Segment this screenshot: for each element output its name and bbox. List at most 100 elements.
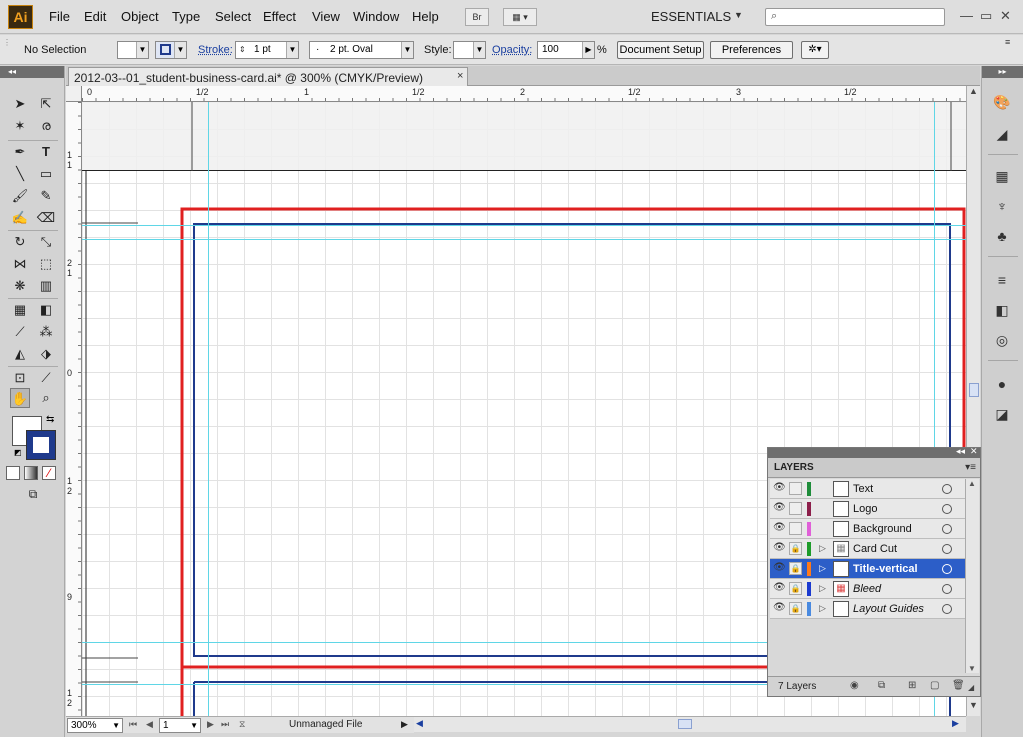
gradient-mode-icon[interactable] bbox=[24, 466, 38, 480]
stroke-panel-link[interactable]: Stroke: bbox=[198, 44, 233, 56]
select-similar-button[interactable]: ✲▾ bbox=[801, 41, 829, 59]
lock-icon[interactable]: 🔒 bbox=[789, 562, 802, 575]
first-artboard-icon[interactable]: ⏮ bbox=[129, 719, 137, 730]
scroll-down-icon[interactable]: ▼ bbox=[969, 700, 978, 710]
eyedropper-tool-icon[interactable]: ⟋ bbox=[10, 322, 30, 342]
target-circle-icon[interactable] bbox=[942, 504, 952, 514]
menu-effect[interactable]: Effect bbox=[263, 9, 296, 24]
minimize-icon[interactable]: — bbox=[960, 8, 973, 23]
stroke-weight-field[interactable]: ⇕ 1 pt ▼ bbox=[235, 41, 299, 59]
rotate-tool-icon[interactable]: ↻ bbox=[10, 232, 30, 252]
lock-icon[interactable]: 🔒 bbox=[789, 542, 802, 555]
document-tab[interactable]: 2012-03--01_student-business-card.ai* @ … bbox=[68, 67, 468, 86]
status-menu-icon[interactable]: ▶ bbox=[401, 719, 408, 730]
magic-wand-tool-icon[interactable]: ✶ bbox=[10, 116, 30, 136]
menu-type[interactable]: Type bbox=[172, 9, 200, 24]
style-dropdown[interactable]: ▼ bbox=[453, 41, 486, 59]
stroke-color-swatch[interactable] bbox=[26, 430, 56, 460]
layer-name[interactable]: Bleed bbox=[853, 583, 881, 595]
transparency-panel-icon[interactable]: ◎ bbox=[991, 330, 1013, 350]
close-icon[interactable]: × bbox=[457, 70, 463, 82]
tools-collapse-bar[interactable]: ◂◂ bbox=[0, 66, 64, 78]
make-clipping-mask-icon[interactable]: ⧉ bbox=[878, 680, 885, 691]
layers-scrollbar[interactable]: ▲ ▼ bbox=[965, 479, 979, 673]
direct-selection-tool-icon[interactable]: ⇱ bbox=[36, 94, 56, 114]
hand-tool-icon[interactable]: ✋ bbox=[10, 388, 30, 408]
color-mode-icon[interactable] bbox=[6, 466, 20, 480]
layer-row[interactable]: 👁 🔒 ▷ ▦ Card Cut bbox=[770, 539, 966, 559]
gradient-panel-icon[interactable]: ◧ bbox=[991, 300, 1013, 320]
target-circle-icon[interactable] bbox=[942, 484, 952, 494]
zoom-dropdown[interactable]: 300% ▼ bbox=[67, 718, 123, 733]
arrange-documents-button[interactable]: ▦ ▾ bbox=[503, 8, 537, 26]
layer-name[interactable]: Card Cut bbox=[853, 543, 897, 555]
target-circle-icon[interactable] bbox=[942, 524, 952, 534]
visibility-eye-icon[interactable]: 👁 bbox=[773, 522, 786, 533]
expand-triangle-icon[interactable]: ▷ bbox=[819, 543, 826, 554]
visibility-eye-icon[interactable]: 👁 bbox=[773, 482, 786, 493]
new-layer-icon[interactable]: ▢ bbox=[930, 680, 939, 691]
menu-edit[interactable]: Edit bbox=[84, 9, 106, 24]
target-circle-icon[interactable] bbox=[942, 584, 952, 594]
live-paint-bucket-tool-icon[interactable]: ◭ bbox=[10, 344, 30, 364]
stroke-panel-icon[interactable]: ≡ bbox=[991, 270, 1013, 290]
visibility-eye-icon[interactable]: 👁 bbox=[773, 502, 786, 513]
collapse-icon[interactable]: ◂◂ bbox=[8, 67, 16, 76]
layers-panel-topbar[interactable]: ◂◂ ✕ bbox=[768, 446, 980, 458]
blend-tool-icon[interactable]: ⁂ bbox=[36, 322, 56, 342]
expand-icon[interactable]: ▸▸ bbox=[998, 67, 1006, 76]
rectangle-tool-icon[interactable]: ▭ bbox=[36, 164, 56, 184]
color-guide-panel-icon[interactable]: ◢ bbox=[991, 124, 1013, 144]
graph-tool-icon[interactable]: ▥ bbox=[36, 276, 56, 296]
target-circle-icon[interactable] bbox=[942, 564, 952, 574]
next-artboard-icon[interactable]: ▶ bbox=[207, 719, 214, 730]
layer-name[interactable]: Background bbox=[853, 523, 912, 535]
last-artboard-icon[interactable]: ⏭ bbox=[221, 719, 229, 730]
default-colors-icon[interactable]: ◩ bbox=[14, 448, 22, 457]
lock-toggle[interactable] bbox=[789, 522, 802, 535]
brush-dropdown[interactable]: · 2 pt. Oval ▼ bbox=[309, 41, 414, 59]
eraser-tool-icon[interactable]: ⌫ bbox=[36, 208, 56, 228]
lock-icon[interactable]: 🔒 bbox=[789, 582, 802, 595]
layer-row[interactable]: 👁 Background bbox=[770, 519, 966, 539]
lock-toggle[interactable] bbox=[789, 502, 802, 515]
none-mode-icon[interactable]: ⁄ bbox=[42, 466, 56, 480]
guide-line[interactable] bbox=[82, 225, 966, 226]
vertical-ruler[interactable]: 1 1 2 1 0 1 2 9 1 2 bbox=[66, 102, 82, 716]
swap-colors-icon[interactable]: ⇆ bbox=[46, 414, 54, 425]
expand-triangle-icon[interactable]: ▷ bbox=[819, 583, 826, 594]
pen-tool-icon[interactable]: ✒ bbox=[10, 142, 30, 162]
artboard-tool-icon[interactable]: ⊡ bbox=[10, 368, 30, 388]
menu-object[interactable]: Object bbox=[121, 9, 159, 24]
fill-color-dropdown[interactable]: ▼ bbox=[117, 41, 149, 59]
menu-view[interactable]: View bbox=[312, 9, 340, 24]
layer-row-selected[interactable]: 👁 🔒 ▷ Title-vertical bbox=[770, 559, 966, 579]
close-icon[interactable]: ✕ bbox=[970, 446, 978, 457]
panel-menu-icon[interactable]: ≡ bbox=[1005, 37, 1010, 47]
delete-layer-icon[interactable]: 🗑 bbox=[952, 680, 965, 691]
free-transform-tool-icon[interactable]: ⬚ bbox=[36, 254, 56, 274]
menu-window[interactable]: Window bbox=[353, 9, 399, 24]
opacity-panel-link[interactable]: Opacity: bbox=[492, 44, 532, 56]
selection-tool-icon[interactable]: ➤ bbox=[10, 94, 30, 114]
scroll-up-icon[interactable]: ▲ bbox=[969, 86, 978, 96]
maximize-icon[interactable]: ▭ bbox=[980, 8, 992, 24]
layer-row[interactable]: 👁 Logo bbox=[770, 499, 966, 519]
blob-brush-tool-icon[interactable]: ✍ bbox=[10, 208, 30, 228]
horizontal-scrollbar[interactable]: ◀ ▶ bbox=[414, 716, 966, 732]
pencil-tool-icon[interactable]: ✎ bbox=[36, 186, 56, 206]
brushes-panel-icon[interactable]: ♆ bbox=[991, 196, 1013, 216]
layer-name[interactable]: Title-vertical bbox=[853, 563, 918, 575]
guide-line[interactable] bbox=[82, 239, 966, 240]
panel-menu-icon[interactable]: ▾≡ bbox=[965, 462, 976, 473]
swatches-panel-icon[interactable]: ▦ bbox=[991, 166, 1013, 186]
scroll-up-icon[interactable]: ▲ bbox=[968, 479, 976, 488]
preferences-button[interactable]: Preferences bbox=[710, 41, 793, 59]
close-icon[interactable]: ✕ bbox=[1000, 8, 1011, 24]
visibility-eye-icon[interactable]: 👁 bbox=[773, 542, 786, 553]
ruler-origin[interactable] bbox=[66, 86, 82, 102]
symbol-sprayer-tool-icon[interactable]: ❋ bbox=[10, 276, 30, 296]
zoom-tool-icon[interactable]: ⌕ bbox=[36, 388, 56, 408]
menu-help[interactable]: Help bbox=[412, 9, 439, 24]
layers-tab[interactable]: LAYERS bbox=[774, 462, 814, 473]
